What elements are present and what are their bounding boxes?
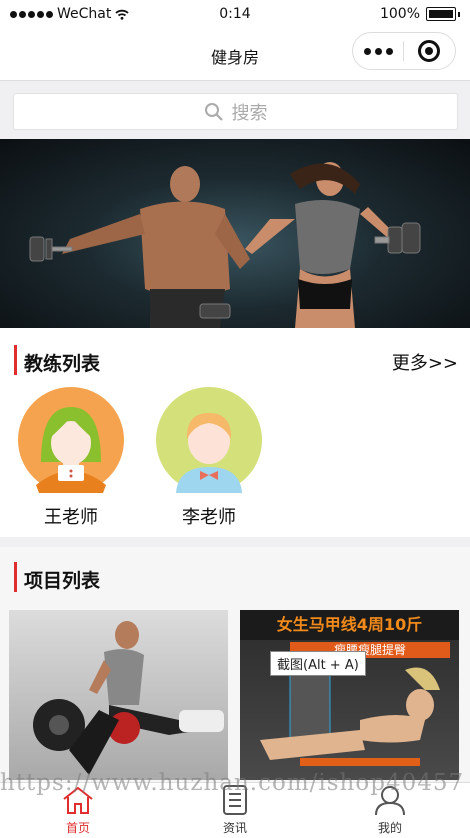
fitness-couple-photo bbox=[29, 162, 421, 328]
project-section-header: 项目列表 bbox=[0, 557, 470, 597]
watermark: https://www.huzhan.com/ishop40457 bbox=[0, 770, 465, 796]
search-icon bbox=[204, 102, 223, 121]
coach-card[interactable]: 李老师 bbox=[149, 387, 269, 529]
male-avatar-icon bbox=[156, 387, 262, 493]
tab-news-label: 资讯 bbox=[222, 821, 247, 835]
more-options-button[interactable] bbox=[353, 47, 403, 55]
coach-name: 王老师 bbox=[44, 507, 98, 528]
coach-card[interactable]: 王老师 bbox=[11, 387, 131, 529]
project-section: 项目列表 女生马甲线4周10斤 瘦腰瘦腿提臀 bbox=[0, 547, 470, 797]
screenshot-tooltip: 截图(Alt + A) bbox=[270, 651, 366, 676]
target-icon bbox=[418, 40, 440, 62]
battery-icon bbox=[426, 7, 456, 21]
search-placeholder: 搜索 bbox=[231, 102, 268, 124]
status-bar: WeChat 0:14 100% bbox=[0, 0, 470, 30]
coach-name: 李老师 bbox=[182, 507, 236, 528]
situp-bench-photo bbox=[260, 667, 440, 766]
search-input[interactable]: 搜索 bbox=[13, 93, 458, 130]
female-avatar-icon bbox=[18, 387, 124, 493]
banner-image[interactable] bbox=[0, 139, 470, 328]
battery-percent: 100% bbox=[379, 6, 420, 22]
coach-section-title: 教练列表 bbox=[24, 353, 101, 375]
more-coaches-link[interactable]: 更多>> bbox=[392, 349, 458, 375]
project-card[interactable]: 女生马甲线4周10斤 瘦腰瘦腿提臀 bbox=[240, 610, 459, 780]
section-divider bbox=[0, 537, 470, 547]
project-section-title: 项目列表 bbox=[24, 570, 101, 592]
coach-section-header: 教练列表 更多>> bbox=[0, 340, 470, 380]
miniprogram-capsule bbox=[352, 32, 456, 70]
project-card[interactable] bbox=[9, 610, 228, 780]
close-miniprogram-button[interactable] bbox=[404, 40, 454, 62]
search-area: 搜索 bbox=[0, 81, 470, 139]
leg-machine-photo bbox=[33, 621, 224, 775]
navigation-bar: 健身房 bbox=[0, 30, 470, 81]
tab-home-label: 首页 bbox=[65, 821, 90, 835]
tab-mine-label: 我的 bbox=[377, 821, 402, 835]
